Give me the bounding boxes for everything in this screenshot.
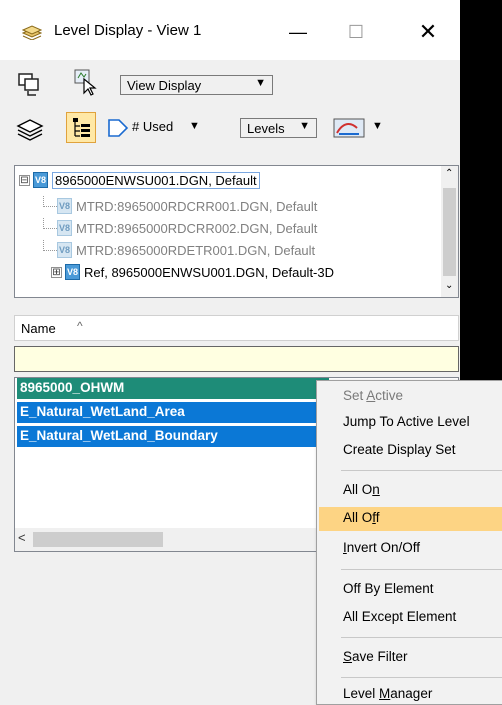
menu-text: f [375,510,380,525]
name-filter-input[interactable] [14,346,459,372]
menu-item-set-active[interactable]: Set Active [319,385,502,409]
tree-item[interactable]: V8 MTRD:8965000RDCRR002.DGN, Default [15,218,435,240]
filter-arrow-icon [108,119,129,137]
menu-item-all-on[interactable]: All On [319,479,502,503]
menu-separator [341,637,502,638]
level-scroll-thumb[interactable] [33,532,163,547]
tree-item[interactable]: V8 MTRD:8965000RDETR001.DGN, Default [15,240,435,262]
tree-list-icon [73,118,90,137]
close-button[interactable]: ✕ [405,10,451,54]
menu-item-all-except-element[interactable]: All Except Element [319,606,502,630]
menu-text: All O [343,482,373,497]
menu-text: Off By Element [343,581,434,596]
tree-scroll-thumb[interactable] [443,188,456,276]
name-column-label: Name [21,321,56,336]
menu-item-create-display-set[interactable]: Create Display Set [319,439,502,463]
view-display-dropdown[interactable]: View Display ▼ [120,75,273,95]
v8-file-icon: V8 [57,242,72,258]
view-groups-icon[interactable] [16,70,44,98]
file-tree[interactable]: ⊟ V8 8965000ENWSU001.DGN, Default V8 MTRD:89… [14,165,459,298]
sort-ascending-icon: ^ [77,319,83,333]
tree-item[interactable]: V8 MTRD:8965000RDCRR001.DGN, Default [15,196,435,218]
level-row[interactable]: E_Natural_WetLand_Area [17,402,329,423]
tree-item-label: 8965000ENWSU001.DGN, Default [52,172,260,189]
context-menu: Set Active Jump To Active Level Create D… [316,380,502,705]
menu-text: Set [343,388,367,403]
menu-item-jump-to-active-level[interactable]: Jump To Active Level [319,411,502,435]
scroll-up-icon[interactable]: ⌃ [445,168,453,179]
menu-item-save-filter[interactable]: Save Filter [319,646,502,670]
used-label: # Used [132,119,174,134]
maximize-icon: ☐ [347,21,365,42]
scroll-left-icon[interactable]: < [18,530,26,545]
level-display-app-icon [22,25,42,40]
tree-expander-icon[interactable]: ⊟ [19,175,30,186]
v8-file-icon: V8 [57,198,72,214]
menu-item-level-manager[interactable]: Level Manager [319,683,502,705]
toolbar-row-2: # Used ▼ Levels ▼ ▼ [0,108,460,148]
menu-item-off-by-element[interactable]: Off By Element [319,578,502,602]
tree-item-label: MTRD:8965000RDETR001.DGN, Default [76,243,316,258]
level-row[interactable]: 8965000_OHWM [17,378,329,399]
v8-file-icon: V8 [65,264,80,280]
name-column-header[interactable]: Name ^ [14,315,459,341]
menu-text: Create Display Set [343,442,456,457]
close-icon: ✕ [418,19,438,44]
accelerator-key: S [343,649,353,664]
layers-icon[interactable] [16,114,46,142]
select-view-icon[interactable] [72,68,100,96]
scroll-down-icon[interactable]: ⌄ [445,280,453,291]
tree-connector-line [43,218,57,229]
level-row[interactable]: E_Natural_WetLand_Boundary [17,426,329,447]
v8-file-icon: V8 [33,172,48,188]
chevron-down-icon: ▼ [255,77,266,89]
minimize-icon: — [289,21,307,42]
menu-text: Level [343,686,380,701]
tree-item[interactable]: ⊞ V8 Ref, 8965000ENWSU001.DGN, Default-3D [15,262,435,284]
levels-dropdown[interactable]: Levels ▼ [240,118,317,138]
menu-text: nvert On/Off [346,540,421,555]
accelerator-key: A [366,388,376,403]
tree-connector-line [43,196,57,207]
tree-item[interactable]: ⊟ V8 8965000ENWSU001.DGN, Default [15,170,435,192]
minimize-button[interactable]: — [275,10,321,54]
tree-item-label: MTRD:8965000RDCRR001.DGN, Default [76,199,318,214]
menu-item-invert-on-off[interactable]: Invert On/Off [319,537,502,561]
tree-item-label: Ref, 8965000ENWSU001.DGN, Default-3D [84,265,335,280]
levels-label: Levels [247,121,285,136]
menu-text: All Except Element [343,609,457,624]
symbology-icon [333,118,365,138]
title-bar[interactable]: Level Display - View 1 — ☐ ✕ [0,0,460,60]
level-list-view-button[interactable] [66,112,96,143]
menu-text: anager [390,686,433,701]
window-title: Level Display - View 1 [54,22,202,39]
tree-connector-line [43,240,57,251]
tree-vertical-scrollbar[interactable]: ⌃ ⌄ [441,166,458,297]
view-display-label: View Display [127,78,202,93]
used-filter-dropdown[interactable]: # Used ▼ [107,116,219,140]
menu-separator [341,470,502,471]
menu-separator [341,569,502,570]
chevron-down-icon: ▼ [299,120,310,132]
symbology-dropdown[interactable]: ▼ [333,116,393,140]
menu-text: Jump To Active Level [343,414,470,429]
menu-text: ave Filter [352,649,408,664]
v8-file-icon: V8 [57,220,72,236]
menu-text: All O [343,510,373,525]
accelerator-key: n [372,482,380,497]
toolbar-row-1: View Display ▼ [0,64,460,104]
chevron-down-icon: ▼ [189,120,200,132]
menu-separator [341,677,502,678]
tree-item-label: MTRD:8965000RDCRR002.DGN, Default [76,221,318,236]
menu-item-all-off[interactable]: All Off [319,507,502,531]
maximize-button[interactable]: ☐ [333,10,379,54]
chevron-down-icon: ▼ [372,120,383,132]
menu-text: ctive [375,388,404,403]
accelerator-key: M [379,686,391,701]
tree-expander-icon[interactable]: ⊞ [51,267,62,278]
